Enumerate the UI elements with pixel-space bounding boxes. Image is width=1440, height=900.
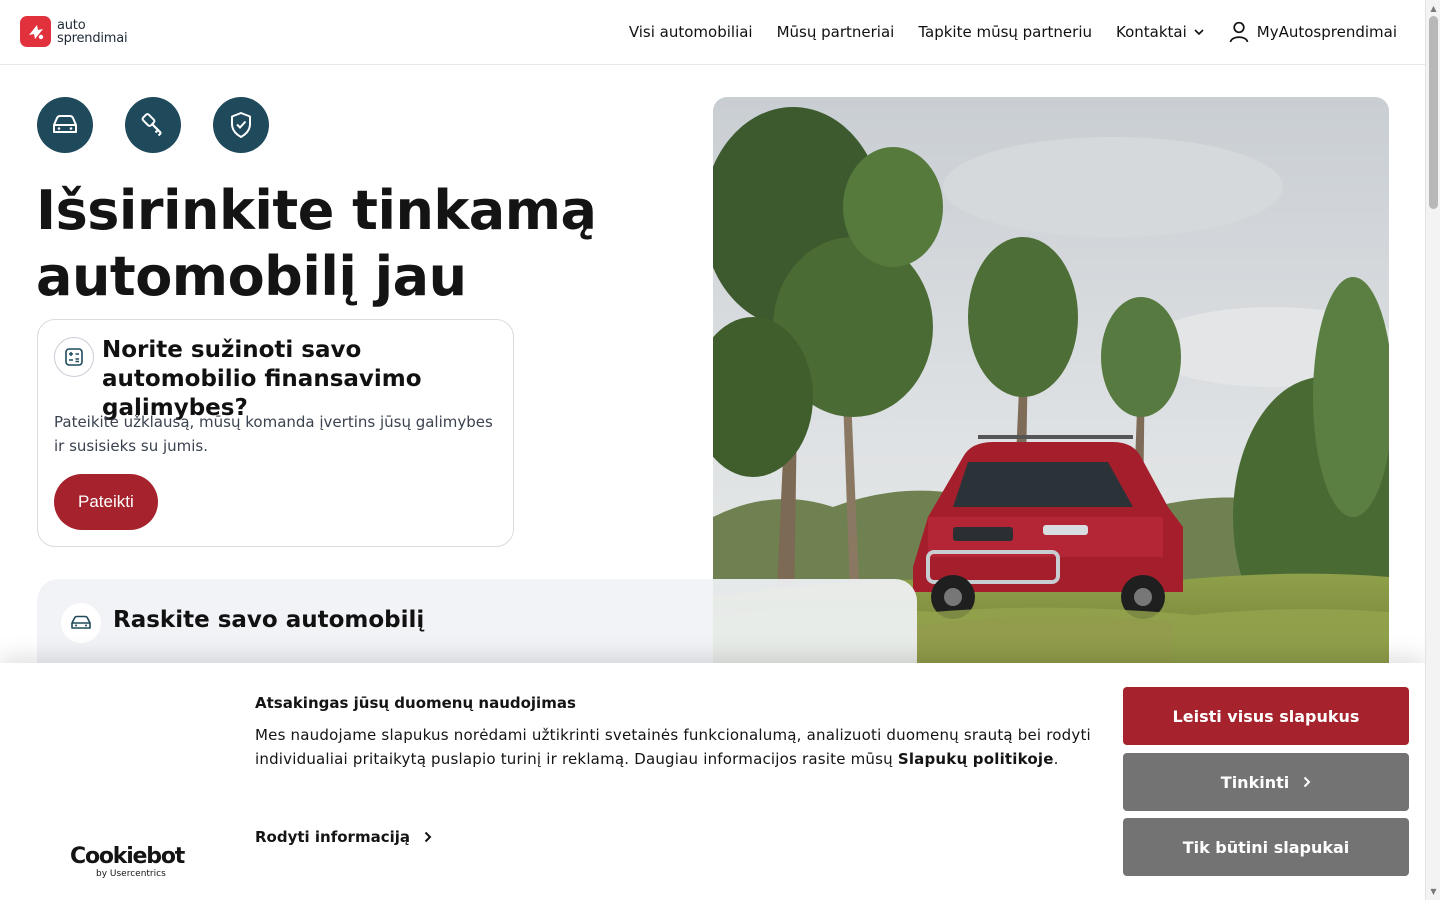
nav-account-label: MyAutosprendimai — [1256, 23, 1397, 41]
shield-check-icon — [213, 97, 269, 153]
scroll-down-arrow-icon[interactable]: ▼ — [1429, 887, 1438, 896]
car-icon — [61, 603, 101, 643]
find-car-title: Raskite savo automobilį — [113, 607, 425, 633]
nav-account[interactable]: MyAutosprendimai — [1229, 21, 1397, 43]
financing-card: Norite sužinoti savo automobilio finansa… — [37, 319, 514, 547]
car-icon — [37, 97, 93, 153]
chevron-right-icon — [1304, 776, 1311, 788]
customize-cookies-button[interactable]: Tinkinti — [1123, 753, 1409, 811]
scroll-up-arrow-icon[interactable]: ▲ — [1429, 4, 1438, 13]
scrollbar-thumb[interactable] — [1429, 16, 1438, 209]
site-logo[interactable]: auto sprendimai — [20, 16, 128, 47]
nav-all-cars[interactable]: Visi automobiliai — [629, 23, 753, 41]
cookie-description: Mes naudojame slapukus norėdami užtikrin… — [255, 723, 1095, 771]
allow-all-cookies-button[interactable]: Leisti visus slapukus — [1123, 687, 1409, 745]
show-details-label: Rodyti informaciją — [255, 828, 411, 846]
chevron-down-icon — [1194, 29, 1204, 36]
logo-mark-icon — [20, 16, 51, 47]
key-icon — [125, 97, 181, 153]
hero-feature-icons — [37, 97, 269, 153]
cookie-policy-link[interactable]: Slapukų politikoje — [898, 750, 1054, 768]
cookie-title: Atsakingas jūsų duomenų naudojimas — [255, 694, 576, 712]
cookie-text-end: . — [1053, 750, 1059, 768]
nav-contacts[interactable]: Kontaktai — [1116, 23, 1205, 41]
customize-label: Tinkinti — [1220, 772, 1290, 792]
logo-text: auto sprendimai — [57, 17, 128, 46]
nav-become-partner[interactable]: Tapkite mūsų partneriu — [918, 23, 1092, 41]
nav-partners[interactable]: Mūsų partneriai — [777, 23, 895, 41]
submit-request-button[interactable]: Pateikti — [54, 474, 158, 530]
calculator-icon — [54, 337, 94, 377]
logo-line-2: sprendimai — [57, 30, 128, 46]
logo-line-1: auto — [57, 17, 86, 33]
cookiebot-brand: Cookiebot — [70, 844, 185, 869]
show-details-link[interactable]: Rodyti informaciją — [255, 828, 432, 846]
site-header: auto sprendimai Visi automobiliai Mūsų p… — [0, 0, 1425, 65]
cookie-consent-banner: Cookiebot by Usercentrics Atsakingas jūs… — [0, 663, 1425, 900]
main-nav: Visi automobiliai Mūsų partneriai Tapkit… — [629, 0, 1397, 64]
financing-description: Pateikite užklausą, mūsų komanda įvertin… — [54, 413, 493, 455]
necessary-cookies-only-button[interactable]: Tik būtini slapukai — [1123, 818, 1409, 876]
page-scrollbar[interactable]: ▲ ▼ — [1425, 0, 1440, 900]
cookiebot-logo: Cookiebot by Usercentrics — [70, 844, 185, 880]
chevron-right-icon — [424, 831, 432, 843]
nav-contacts-label: Kontaktai — [1116, 23, 1187, 41]
cookiebot-subtitle: by Usercentrics — [96, 869, 166, 879]
user-icon — [1229, 21, 1249, 43]
